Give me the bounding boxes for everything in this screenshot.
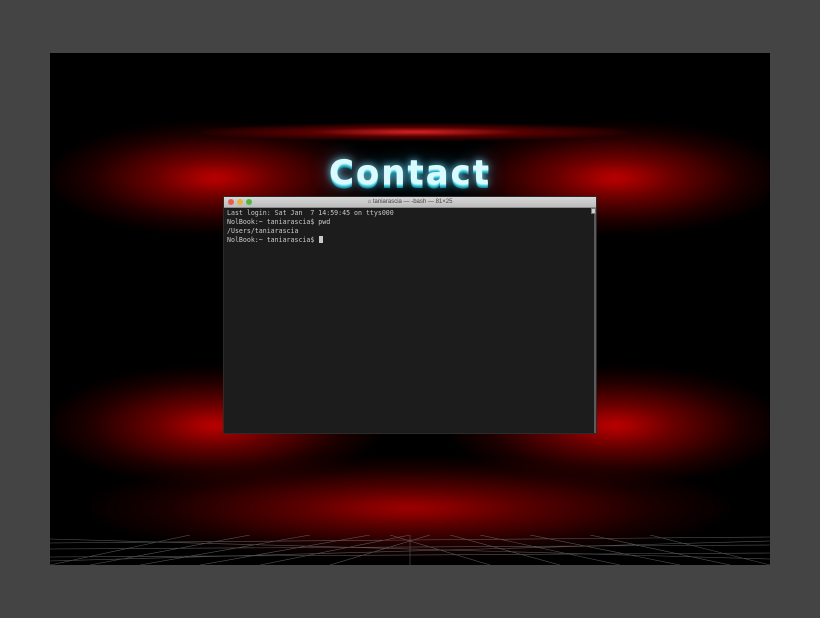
terminal-title: ⌂ taniarascia — -bash — 81×25 (224, 197, 596, 207)
terminal-cursor (319, 236, 324, 243)
floor-grid (50, 535, 770, 565)
scene-background: Contact ⌂ taniarascia — -bash — 81×25 La… (50, 53, 770, 565)
terminal-output[interactable]: Last login: Sat Jan 7 14:59:45 on ttys00… (227, 209, 587, 245)
terminal-line: NolBook:~ taniarascia$ pwd (227, 218, 331, 226)
terminal-title-text: taniarascia — -bash — 81×25 (372, 199, 453, 205)
home-folder-icon: ⌂ (367, 199, 372, 205)
page-title: Contact (328, 153, 492, 193)
terminal-line: Last login: Sat Jan 7 14:59:45 on ttys00… (227, 209, 394, 217)
terminal-titlebar[interactable]: ⌂ taniarascia — -bash — 81×25 (224, 197, 596, 208)
terminal-prompt-line: NolBook:~ taniarascia$ (227, 236, 587, 245)
red-beam-top (200, 123, 630, 141)
terminal-line: /Users/taniarascia (227, 227, 299, 235)
terminal-prompt: NolBook:~ taniarascia$ (227, 236, 319, 244)
terminal-right-edge (594, 208, 596, 433)
terminal-scrollbar-thumb[interactable] (591, 208, 596, 214)
terminal-window[interactable]: ⌂ taniarascia — -bash — 81×25 Last login… (224, 197, 596, 433)
